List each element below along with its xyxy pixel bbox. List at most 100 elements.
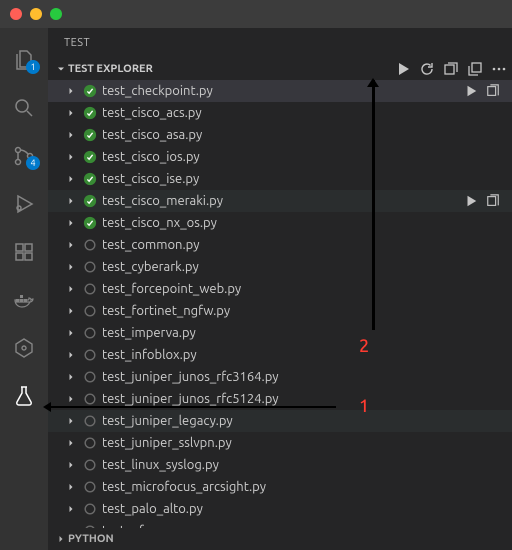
- section-title: PYTHON: [68, 533, 508, 545]
- chevron-right-icon[interactable]: [64, 459, 78, 471]
- test-tree[interactable]: test_checkpoint.py test_cisco_acs.py test_…: [48, 80, 512, 528]
- expand-all-button[interactable]: [442, 58, 460, 80]
- chevron-right-icon[interactable]: [64, 503, 78, 515]
- reveal-test-button[interactable]: [484, 84, 502, 98]
- test-row[interactable]: test_juniper_sslvpn.py: [48, 432, 512, 454]
- status-notrun-icon: [82, 237, 98, 253]
- status-pass-icon: [82, 171, 98, 187]
- chevron-down-icon: [54, 63, 68, 75]
- chevron-right-icon[interactable]: [64, 195, 78, 207]
- test-name: test_cisco_asa.py: [102, 128, 512, 142]
- close-window-button[interactable]: [10, 8, 22, 20]
- chevron-right-icon[interactable]: [64, 437, 78, 449]
- expand-icon: [443, 61, 459, 77]
- test-name: test_checkpoint.py: [102, 84, 462, 98]
- section-header-test-explorer[interactable]: TEST EXPLORER: [48, 58, 512, 80]
- chevron-right-icon[interactable]: [64, 371, 78, 383]
- test-row[interactable]: test_juniper_junos_rfc5124.py: [48, 388, 512, 410]
- activity-debug[interactable]: [0, 180, 48, 228]
- chevron-right-icon[interactable]: [64, 283, 78, 295]
- beaker-icon: [12, 384, 36, 408]
- test-row[interactable]: test_cisco_acs.py: [48, 102, 512, 124]
- activity-extensions[interactable]: [0, 228, 48, 276]
- chevron-right-icon[interactable]: [64, 481, 78, 493]
- chevron-right-icon[interactable]: [64, 129, 78, 141]
- status-notrun-icon: [82, 281, 98, 297]
- activity-search[interactable]: [0, 84, 48, 132]
- test-row[interactable]: test_juniper_legacy.py: [48, 410, 512, 432]
- run-tests-button[interactable]: [394, 58, 412, 80]
- status-notrun-icon: [82, 347, 98, 363]
- collapse-icon: [467, 61, 483, 77]
- test-row[interactable]: test_juniper_junos_rfc3164.py: [48, 366, 512, 388]
- test-row[interactable]: test_palo_alto.py: [48, 498, 512, 520]
- refresh-tests-button[interactable]: [418, 58, 436, 80]
- chevron-right-icon[interactable]: [64, 217, 78, 229]
- test-row[interactable]: test_cyberark.py: [48, 256, 512, 278]
- status-pass-icon: [82, 127, 98, 143]
- test-name: test_cyberark.py: [102, 260, 512, 274]
- status-pass-icon: [82, 149, 98, 165]
- chevron-right-icon[interactable]: [64, 239, 78, 251]
- test-name: test_cisco_acs.py: [102, 106, 512, 120]
- test-name: test_palo_alto.py: [102, 502, 512, 516]
- status-notrun-icon: [82, 457, 98, 473]
- activity-kubernetes[interactable]: [0, 324, 48, 372]
- maximize-window-button[interactable]: [50, 8, 62, 20]
- section-header-python[interactable]: PYTHON: [48, 528, 512, 550]
- activity-scm[interactable]: 4: [0, 132, 48, 180]
- chevron-right-icon[interactable]: [64, 85, 78, 97]
- chevron-right-icon[interactable]: [64, 327, 78, 339]
- test-name: test_juniper_legacy.py: [102, 414, 512, 428]
- test-row[interactable]: test_microfocus_arcsight.py: [48, 476, 512, 498]
- activity-testing[interactable]: [0, 372, 48, 420]
- status-pass-icon: [82, 105, 98, 121]
- test-row[interactable]: test_pfsense.py: [48, 520, 512, 528]
- test-row[interactable]: test_cisco_ios.py: [48, 146, 512, 168]
- test-row[interactable]: test_imperva.py: [48, 322, 512, 344]
- test-row[interactable]: test_cisco_meraki.py: [48, 190, 512, 212]
- run-test-button[interactable]: [462, 194, 480, 208]
- chevron-right-icon[interactable]: [64, 261, 78, 273]
- reveal-test-button[interactable]: [484, 194, 502, 208]
- extensions-icon: [12, 240, 36, 264]
- badge: 1: [26, 60, 40, 74]
- test-row[interactable]: test_cisco_nx_os.py: [48, 212, 512, 234]
- status-notrun-icon: [82, 303, 98, 319]
- minimize-window-button[interactable]: [30, 8, 42, 20]
- chevron-right-icon[interactable]: [64, 151, 78, 163]
- test-row[interactable]: test_common.py: [48, 234, 512, 256]
- status-notrun-icon: [82, 325, 98, 341]
- activity-docker[interactable]: [0, 276, 48, 324]
- chevron-right-icon[interactable]: [64, 349, 78, 361]
- test-row[interactable]: test_linux_syslog.py: [48, 454, 512, 476]
- test-name: test_cisco_meraki.py: [102, 194, 462, 208]
- test-row[interactable]: test_cisco_asa.py: [48, 124, 512, 146]
- test-row[interactable]: test_cisco_ise.py: [48, 168, 512, 190]
- row-actions: [462, 194, 512, 208]
- status-pass-icon: [82, 193, 98, 209]
- test-name: test_imperva.py: [102, 326, 512, 340]
- chevron-right-icon[interactable]: [64, 173, 78, 185]
- chevron-right-icon[interactable]: [64, 415, 78, 427]
- chevron-right-icon[interactable]: [64, 393, 78, 405]
- kubernetes-icon: [12, 336, 36, 360]
- run-test-button[interactable]: [462, 84, 480, 98]
- collapse-all-button[interactable]: [466, 58, 484, 80]
- row-actions: [462, 84, 512, 98]
- status-pass-icon: [82, 83, 98, 99]
- chevron-right-icon[interactable]: [64, 107, 78, 119]
- more-actions-button[interactable]: [490, 58, 508, 80]
- status-notrun-icon: [82, 413, 98, 429]
- activity-explorer[interactable]: 1: [0, 36, 48, 84]
- chevron-right-icon[interactable]: [64, 305, 78, 317]
- activity-bar: 1 4: [0, 28, 48, 550]
- status-notrun-icon: [82, 435, 98, 451]
- test-row[interactable]: test_infoblox.py: [48, 344, 512, 366]
- test-row[interactable]: test_forcepoint_web.py: [48, 278, 512, 300]
- play-icon: [395, 61, 411, 77]
- test-row[interactable]: test_checkpoint.py: [48, 80, 512, 102]
- section-actions: [394, 58, 508, 80]
- test-row[interactable]: test_fortinet_ngfw.py: [48, 300, 512, 322]
- refresh-icon: [419, 61, 435, 77]
